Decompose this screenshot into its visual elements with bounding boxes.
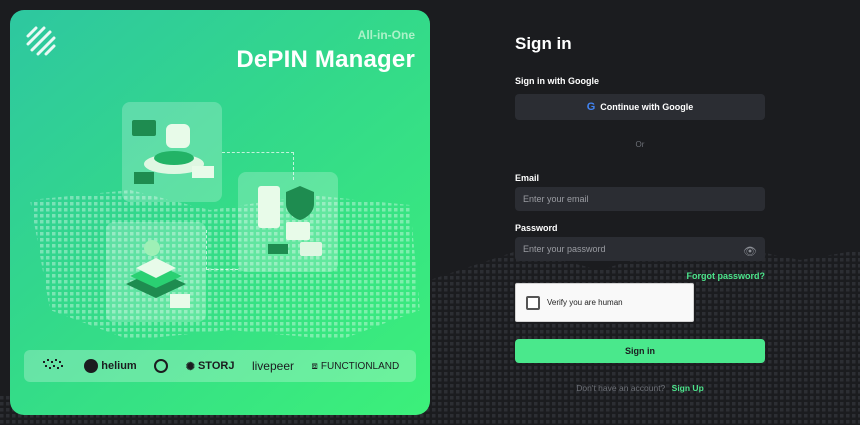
illustration-network-card (238, 172, 338, 272)
partner-name: STORJ (197, 360, 235, 372)
illustration-chip-card (106, 222, 206, 322)
signup-link[interactable]: Sign Up (672, 383, 704, 393)
partner-logo-functionland: ⧈ FUNCTIONLAND (312, 361, 400, 372)
google-icon: G (586, 101, 596, 113)
network-illustration-icon (258, 186, 322, 256)
helium-logo-icon (84, 359, 99, 373)
server-illustration-icon (132, 120, 214, 184)
eye-icon[interactable]: 👁︎ (743, 245, 757, 258)
hero-panel: All-in-One DePIN Manager helium ✺ STORJ … (10, 10, 430, 415)
captcha-checkbox[interactable] (526, 295, 540, 310)
google-signin-label: Sign in with Google (515, 76, 599, 86)
chip-illustration-icon (126, 240, 190, 308)
storj-logo-icon: ✺ (185, 360, 195, 373)
partner-logo-aethir (41, 358, 67, 374)
partner-name: livepeer (251, 359, 294, 373)
email-label: Email (515, 173, 540, 183)
aethir-logo-icon (42, 359, 63, 369)
partner-logo-livepeer: livepeer (252, 359, 294, 373)
functionland-logo-icon: ⧈ (311, 360, 318, 372)
partner-logos-bar: helium ✺ STORJ livepeer ⧈ FUNCTIONLAND (24, 350, 416, 382)
google-signin-button[interactable]: G Continue with Google (515, 94, 765, 120)
email-field[interactable] (515, 187, 765, 211)
partner-logo-a (154, 359, 169, 373)
illustration-server-card (122, 102, 222, 202)
signin-panel: Sign in Sign in with Google G Continue w… (515, 0, 765, 425)
app-logo-icon (26, 26, 56, 56)
forgot-password-link[interactable]: Forgot password? (687, 271, 766, 281)
partner-name: helium (101, 360, 137, 372)
hero-title: DePIN Manager (236, 46, 415, 73)
connector-line (206, 230, 238, 270)
page-title: Sign in (515, 34, 572, 53)
signin-button[interactable]: Sign in (515, 339, 765, 363)
captcha-widget: Verify you are human (515, 283, 694, 322)
password-field[interactable] (515, 237, 765, 261)
or-divider: Or (635, 140, 645, 149)
no-account-text: Don't have an account? (576, 383, 666, 393)
hero-tagline: All-in-One (357, 28, 415, 42)
partner-logo-helium: helium (84, 359, 137, 373)
google-button-label: Continue with Google (600, 102, 694, 112)
captcha-label: Verify you are human (547, 298, 623, 307)
circle-a-logo-icon (154, 359, 169, 373)
partner-logo-storj: ✺ STORJ (186, 360, 235, 373)
password-label: Password (515, 223, 558, 233)
signup-prompt: Don't have an account? Sign Up (515, 383, 765, 393)
partner-name: FUNCTIONLAND (320, 360, 400, 372)
